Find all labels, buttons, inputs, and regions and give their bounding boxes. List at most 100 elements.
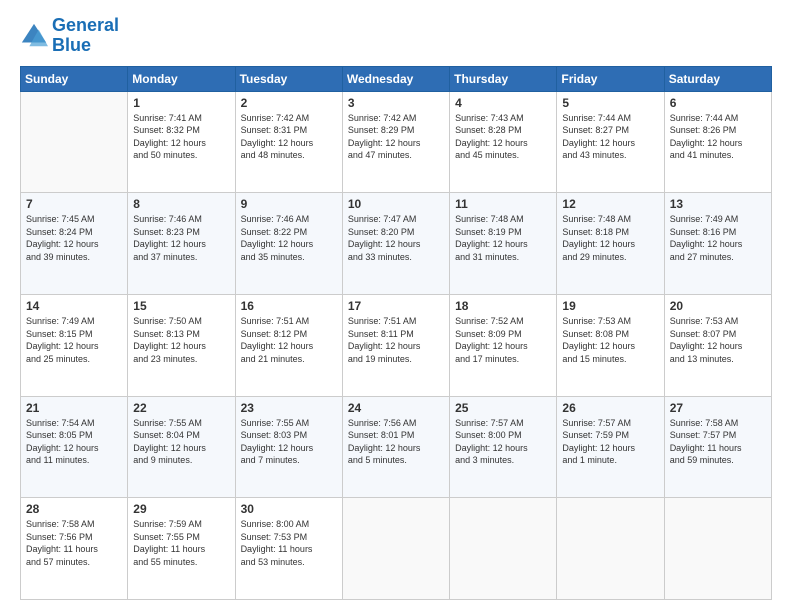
- calendar-table: SundayMondayTuesdayWednesdayThursdayFrid…: [20, 66, 772, 600]
- cell-text: Sunrise: 7:55 AM Sunset: 8:03 PM Dayligh…: [241, 417, 337, 467]
- day-number: 7: [26, 197, 122, 211]
- day-number: 28: [26, 502, 122, 516]
- header: General Blue: [20, 16, 772, 56]
- calendar-row: 28 Sunrise: 7:58 AM Sunset: 7:56 PM Dayli…: [21, 498, 772, 600]
- calendar-cell: [450, 498, 557, 600]
- day-number: 11: [455, 197, 551, 211]
- day-number: 21: [26, 401, 122, 415]
- cell-text: Sunrise: 7:46 AM Sunset: 8:22 PM Dayligh…: [241, 213, 337, 263]
- cell-text: Sunrise: 7:58 AM Sunset: 7:57 PM Dayligh…: [670, 417, 766, 467]
- calendar-cell: 20 Sunrise: 7:53 AM Sunset: 8:07 PM Dayli…: [664, 294, 771, 396]
- day-number: 30: [241, 502, 337, 516]
- page: General Blue SundayMondayTuesdayWednesda…: [0, 0, 792, 612]
- weekday-wednesday: Wednesday: [342, 66, 449, 91]
- day-number: 4: [455, 96, 551, 110]
- calendar-cell: 16Sunrise: 7:51 AM Sunset: 8:12 PM Dayli…: [235, 294, 342, 396]
- calendar-cell: 9 Sunrise: 7:46 AM Sunset: 8:22 PM Daylig…: [235, 193, 342, 295]
- calendar-cell: 10 Sunrise: 7:47 AM Sunset: 8:20 PM Dayli…: [342, 193, 449, 295]
- calendar-cell: 13 Sunrise: 7:49 AM Sunset: 8:16 PM Dayli…: [664, 193, 771, 295]
- day-number: 20: [670, 299, 766, 313]
- cell-text: Sunrise: 7:59 AM Sunset: 7:55 PM Dayligh…: [133, 518, 229, 568]
- day-number: 17: [348, 299, 444, 313]
- day-number: 9: [241, 197, 337, 211]
- logo: General Blue: [20, 16, 119, 56]
- cell-text: Sunrise: 7:53 AM Sunset: 8:07 PM Dayligh…: [670, 315, 766, 365]
- calendar-cell: 25 Sunrise: 7:57 AM Sunset: 8:00 PM Dayli…: [450, 396, 557, 498]
- calendar-row: 21 Sunrise: 7:54 AM Sunset: 8:05 PM Dayli…: [21, 396, 772, 498]
- cell-text: Sunrise: 7:47 AM Sunset: 8:20 PM Dayligh…: [348, 213, 444, 263]
- calendar-cell: [557, 498, 664, 600]
- calendar-row: 1Sunrise: 7:41 AM Sunset: 8:32 PM Daylig…: [21, 91, 772, 193]
- cell-text: Sunrise: 7:42 AM Sunset: 8:29 PM Dayligh…: [348, 112, 444, 162]
- calendar-cell: 1Sunrise: 7:41 AM Sunset: 8:32 PM Daylig…: [128, 91, 235, 193]
- calendar-cell: 2Sunrise: 7:42 AM Sunset: 8:31 PM Daylig…: [235, 91, 342, 193]
- cell-text: Sunrise: 7:53 AM Sunset: 8:08 PM Dayligh…: [562, 315, 658, 365]
- calendar-cell: 18 Sunrise: 7:52 AM Sunset: 8:09 PM Dayli…: [450, 294, 557, 396]
- cell-text: Sunrise: 7:56 AM Sunset: 8:01 PM Dayligh…: [348, 417, 444, 467]
- cell-text: Sunrise: 7:41 AM Sunset: 8:32 PM Dayligh…: [133, 112, 229, 162]
- day-number: 10: [348, 197, 444, 211]
- calendar-cell: 26 Sunrise: 7:57 AM Sunset: 7:59 PM Dayli…: [557, 396, 664, 498]
- calendar-cell: 6 Sunrise: 7:44 AM Sunset: 8:26 PM Daylig…: [664, 91, 771, 193]
- day-number: 29: [133, 502, 229, 516]
- weekday-sunday: Sunday: [21, 66, 128, 91]
- calendar-cell: 5 Sunrise: 7:44 AM Sunset: 8:27 PM Daylig…: [557, 91, 664, 193]
- calendar-cell: 17 Sunrise: 7:51 AM Sunset: 8:11 PM Dayli…: [342, 294, 449, 396]
- day-number: 24: [348, 401, 444, 415]
- calendar-cell: 7 Sunrise: 7:45 AM Sunset: 8:24 PM Daylig…: [21, 193, 128, 295]
- day-number: 19: [562, 299, 658, 313]
- day-number: 14: [26, 299, 122, 313]
- cell-text: Sunrise: 7:57 AM Sunset: 7:59 PM Dayligh…: [562, 417, 658, 467]
- calendar-cell: 27 Sunrise: 7:58 AM Sunset: 7:57 PM Dayli…: [664, 396, 771, 498]
- weekday-friday: Friday: [557, 66, 664, 91]
- calendar-cell: 19 Sunrise: 7:53 AM Sunset: 8:08 PM Dayli…: [557, 294, 664, 396]
- cell-text: Sunrise: 7:54 AM Sunset: 8:05 PM Dayligh…: [26, 417, 122, 467]
- cell-text: Sunrise: 7:50 AM Sunset: 8:13 PM Dayligh…: [133, 315, 229, 365]
- cell-text: Sunrise: 7:51 AM Sunset: 8:11 PM Dayligh…: [348, 315, 444, 365]
- day-number: 6: [670, 96, 766, 110]
- cell-text: Sunrise: 7:49 AM Sunset: 8:16 PM Dayligh…: [670, 213, 766, 263]
- calendar-cell: 11 Sunrise: 7:48 AM Sunset: 8:19 PM Dayli…: [450, 193, 557, 295]
- cell-text: Sunrise: 7:49 AM Sunset: 8:15 PM Dayligh…: [26, 315, 122, 365]
- cell-text: Sunrise: 7:46 AM Sunset: 8:23 PM Dayligh…: [133, 213, 229, 263]
- calendar-cell: 3 Sunrise: 7:42 AM Sunset: 8:29 PM Daylig…: [342, 91, 449, 193]
- cell-text: Sunrise: 7:44 AM Sunset: 8:26 PM Dayligh…: [670, 112, 766, 162]
- calendar-cell: 15 Sunrise: 7:50 AM Sunset: 8:13 PM Dayli…: [128, 294, 235, 396]
- cell-text: Sunrise: 7:57 AM Sunset: 8:00 PM Dayligh…: [455, 417, 551, 467]
- logo-icon: [20, 22, 48, 50]
- calendar-cell: 4Sunrise: 7:43 AM Sunset: 8:28 PM Daylig…: [450, 91, 557, 193]
- day-number: 27: [670, 401, 766, 415]
- cell-text: Sunrise: 7:45 AM Sunset: 8:24 PM Dayligh…: [26, 213, 122, 263]
- weekday-saturday: Saturday: [664, 66, 771, 91]
- cell-text: Sunrise: 7:58 AM Sunset: 7:56 PM Dayligh…: [26, 518, 122, 568]
- calendar-cell: 30 Sunrise: 8:00 AM Sunset: 7:53 PM Dayli…: [235, 498, 342, 600]
- day-number: 18: [455, 299, 551, 313]
- day-number: 3: [348, 96, 444, 110]
- calendar-cell: [21, 91, 128, 193]
- cell-text: Sunrise: 7:44 AM Sunset: 8:27 PM Dayligh…: [562, 112, 658, 162]
- cell-text: Sunrise: 8:00 AM Sunset: 7:53 PM Dayligh…: [241, 518, 337, 568]
- calendar-cell: 14 Sunrise: 7:49 AM Sunset: 8:15 PM Dayli…: [21, 294, 128, 396]
- weekday-monday: Monday: [128, 66, 235, 91]
- calendar-cell: [342, 498, 449, 600]
- cell-text: Sunrise: 7:52 AM Sunset: 8:09 PM Dayligh…: [455, 315, 551, 365]
- day-number: 26: [562, 401, 658, 415]
- cell-text: Sunrise: 7:42 AM Sunset: 8:31 PM Dayligh…: [241, 112, 337, 162]
- calendar-cell: 22Sunrise: 7:55 AM Sunset: 8:04 PM Dayli…: [128, 396, 235, 498]
- day-number: 8: [133, 197, 229, 211]
- day-number: 13: [670, 197, 766, 211]
- weekday-tuesday: Tuesday: [235, 66, 342, 91]
- calendar-cell: 21 Sunrise: 7:54 AM Sunset: 8:05 PM Dayli…: [21, 396, 128, 498]
- cell-text: Sunrise: 7:51 AM Sunset: 8:12 PM Dayligh…: [241, 315, 337, 365]
- day-number: 5: [562, 96, 658, 110]
- day-number: 25: [455, 401, 551, 415]
- calendar-cell: 29 Sunrise: 7:59 AM Sunset: 7:55 PM Dayli…: [128, 498, 235, 600]
- calendar-cell: 23Sunrise: 7:55 AM Sunset: 8:03 PM Dayli…: [235, 396, 342, 498]
- day-number: 12: [562, 197, 658, 211]
- calendar-row: 14 Sunrise: 7:49 AM Sunset: 8:15 PM Dayli…: [21, 294, 772, 396]
- weekday-thursday: Thursday: [450, 66, 557, 91]
- cell-text: Sunrise: 7:55 AM Sunset: 8:04 PM Dayligh…: [133, 417, 229, 467]
- cell-text: Sunrise: 7:48 AM Sunset: 8:19 PM Dayligh…: [455, 213, 551, 263]
- day-number: 15: [133, 299, 229, 313]
- calendar-row: 7 Sunrise: 7:45 AM Sunset: 8:24 PM Daylig…: [21, 193, 772, 295]
